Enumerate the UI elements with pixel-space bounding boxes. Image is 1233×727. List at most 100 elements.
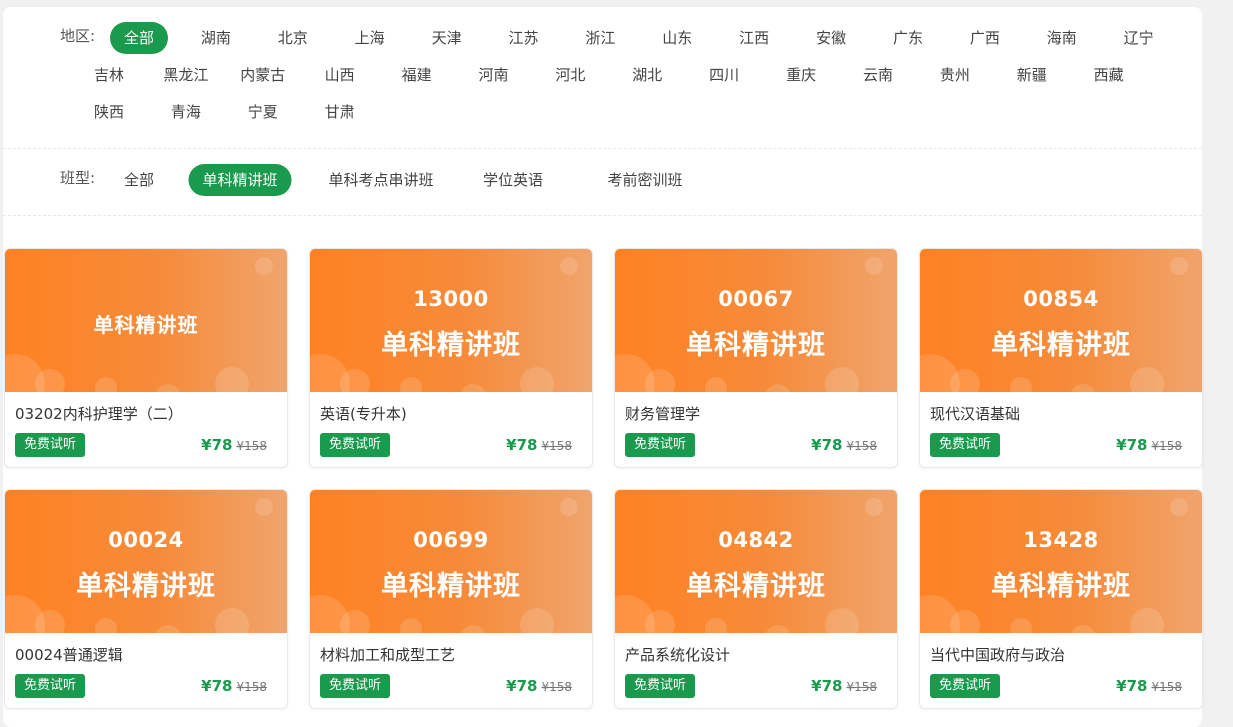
region-option[interactable]: 广西 — [956, 22, 1014, 54]
banner-decoration — [95, 377, 117, 392]
region-option[interactable]: 河南 — [464, 59, 522, 91]
region-option[interactable]: 内蒙古 — [226, 59, 299, 91]
course-banner: 04842 单科精讲班 — [615, 490, 897, 633]
region-option[interactable]: 甘肃 — [311, 96, 369, 128]
course-name[interactable]: 03202内科护理学（二） — [15, 403, 183, 424]
free-trial-button[interactable]: 免费试听 — [320, 674, 391, 698]
course-class-type: 单科精讲班 — [93, 313, 199, 337]
region-option[interactable]: 西藏 — [1080, 59, 1138, 91]
class-type-option[interactable]: 单科考点串讲班 — [314, 164, 447, 196]
region-option[interactable]: 上海 — [341, 22, 399, 54]
course-banner: 00699 单科精讲班 — [310, 490, 592, 633]
course-name[interactable]: 材料加工和成型工艺 — [320, 644, 455, 665]
banner-decoration — [460, 625, 486, 633]
course-code: 00854 — [1023, 287, 1099, 311]
region-option[interactable]: 湖北 — [618, 59, 676, 91]
banner-decoration — [155, 625, 181, 633]
region-option[interactable]: 新疆 — [1003, 59, 1061, 91]
region-option[interactable]: 北京 — [264, 22, 322, 54]
region-option[interactable]: 宁夏 — [234, 96, 292, 128]
filter-divider-bottom — [3, 215, 1202, 216]
free-trial-button[interactable]: 免费试听 — [930, 433, 1001, 457]
region-option[interactable]: 重庆 — [772, 59, 830, 91]
banner-decoration — [825, 367, 859, 392]
region-option[interactable]: 福建 — [388, 59, 446, 91]
course-code: 00699 — [413, 528, 489, 552]
free-trial-button[interactable]: 免费试听 — [625, 433, 696, 457]
course-banner: 00067 单科精讲班 — [615, 249, 897, 392]
banner-decoration — [520, 608, 554, 633]
region-option[interactable]: 云南 — [849, 59, 907, 91]
class-type-option[interactable]: 考前密训班 — [593, 164, 696, 196]
free-trial-button[interactable]: 免费试听 — [625, 674, 696, 698]
banner-decoration — [1130, 608, 1164, 633]
banner-decoration — [765, 384, 791, 392]
class-type-filter-label: 班型: — [60, 169, 96, 187]
banner-decoration — [1170, 257, 1188, 275]
region-option[interactable]: 贵州 — [926, 59, 984, 91]
price-box: ¥78 ¥158 — [811, 676, 877, 695]
price-box: ¥78 ¥158 — [201, 676, 267, 695]
price-box: ¥78 ¥158 — [811, 435, 877, 454]
banner-decoration — [645, 610, 675, 633]
scrollbar-track[interactable] — [1211, 0, 1233, 725]
course-name[interactable]: 财务管理学 — [625, 403, 700, 424]
course-card[interactable]: 04842 单科精讲班产品系统化设计 免费试听 ¥78 ¥158 — [614, 489, 898, 709]
free-trial-button[interactable]: 免费试听 — [930, 674, 1001, 698]
current-price: ¥78 — [201, 677, 233, 695]
region-option[interactable]: 天津 — [418, 22, 476, 54]
class-type-option[interactable]: 全部 — [110, 164, 168, 196]
original-price: ¥158 — [541, 439, 572, 453]
region-option[interactable]: 安徽 — [802, 22, 860, 54]
region-option[interactable]: 吉林 — [80, 59, 138, 91]
region-option[interactable]: 江西 — [725, 22, 783, 54]
banner-decoration — [215, 608, 249, 633]
region-option[interactable]: 广东 — [879, 22, 937, 54]
course-name[interactable]: 00024普通逻辑 — [15, 644, 123, 665]
course-card[interactable]: 13428 单科精讲班 当代中国政府与政治 免费试听 ¥78 ¥158 — [919, 489, 1203, 709]
region-option[interactable]: 山西 — [311, 59, 369, 91]
course-name[interactable]: 产品系统化设计 — [625, 644, 730, 665]
course-banner: 13428 单科精讲班 — [920, 490, 1202, 633]
region-option[interactable]: 江苏 — [494, 22, 552, 54]
course-card[interactable]: 单科精讲班 03202内科护理学（二） 免费试听 ¥78 ¥158 — [4, 248, 288, 468]
course-card[interactable]: 00067 单科精讲班财务管理学免费试听 ¥78 ¥158 — [614, 248, 898, 468]
region-option[interactable]: 四川 — [695, 59, 753, 91]
course-banner: 00854 单科精讲班 — [920, 249, 1202, 392]
banner-decoration — [255, 257, 273, 275]
class-type-option[interactable]: 单科精讲班 — [188, 164, 292, 196]
free-trial-button[interactable]: 免费试听 — [15, 433, 86, 457]
original-price: ¥158 — [846, 680, 877, 694]
banner-decoration — [1070, 625, 1096, 633]
region-option[interactable]: 黑龙江 — [149, 59, 222, 91]
region-option[interactable]: 山东 — [648, 22, 706, 54]
course-class-type: 单科精讲班 — [991, 330, 1131, 361]
region-option[interactable]: 全部 — [109, 22, 169, 54]
region-option[interactable]: 海南 — [1033, 22, 1091, 54]
region-option[interactable]: 河北 — [541, 59, 599, 91]
region-option[interactable]: 浙江 — [571, 22, 629, 54]
course-card[interactable]: 00024 单科精讲班 00024普通逻辑 免费试听 ¥78 ¥158 — [4, 489, 288, 709]
course-name[interactable]: 当代中国政府与政治 — [930, 644, 1065, 665]
region-option[interactable]: 陕西 — [80, 96, 138, 128]
course-card[interactable]: 13000 单科精讲班 英语(专升本) 免费试听 ¥78 ¥158 — [309, 248, 593, 468]
banner-decoration — [1010, 377, 1032, 392]
course-class-type: 单科精讲班 — [686, 330, 826, 361]
free-trial-button[interactable]: 免费试听 — [320, 433, 391, 457]
banner-decoration — [950, 610, 980, 633]
class-type-option[interactable]: 学位英语 — [469, 164, 557, 196]
current-price: ¥78 — [1116, 677, 1148, 695]
banner-decoration — [560, 257, 578, 275]
region-option[interactable]: 湖南 — [187, 22, 245, 54]
region-option[interactable]: 青海 — [157, 96, 215, 128]
current-price: ¥78 — [811, 436, 843, 454]
region-option[interactable]: 辽宁 — [1110, 22, 1168, 54]
banner-decoration — [765, 625, 791, 633]
free-trial-button[interactable]: 免费试听 — [15, 674, 86, 698]
course-code: 00067 — [718, 287, 794, 311]
course-card[interactable]: 00854 单科精讲班 现代汉语基础 免费试听 ¥78 ¥158 — [919, 248, 1203, 468]
course-card[interactable]: 00699 单科精讲班 材料加工和成型工艺 免费试听 ¥78 ¥158 — [309, 489, 593, 709]
course-name[interactable]: 英语(专升本) — [320, 403, 407, 424]
course-name[interactable]: 现代汉语基础 — [930, 403, 1020, 424]
banner-decoration — [645, 369, 675, 392]
